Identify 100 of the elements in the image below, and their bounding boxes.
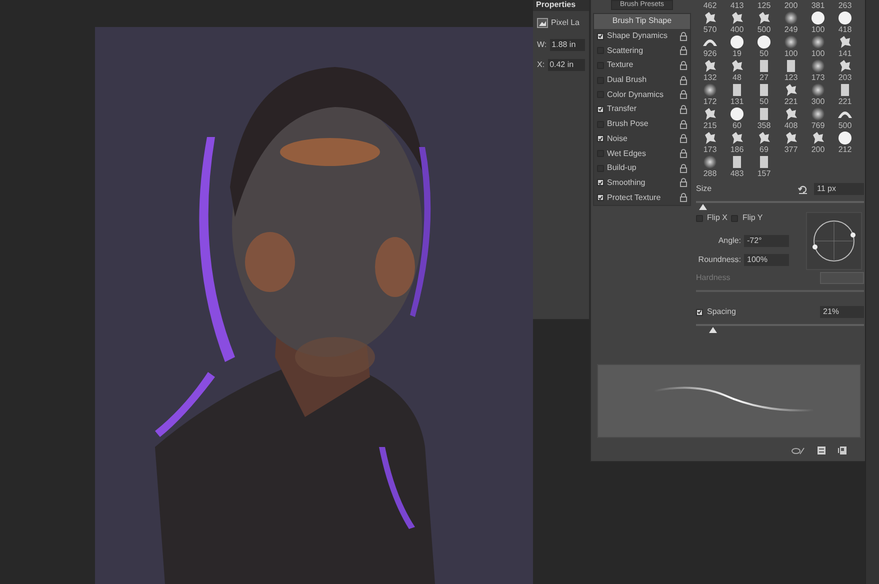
checkbox[interactable] — [597, 194, 604, 202]
option-label[interactable]: Scattering — [607, 44, 677, 57]
angle-field[interactable]: -72° — [744, 235, 789, 247]
soft-brush-icon[interactable] — [702, 154, 718, 169]
input-field[interactable]: 0.42 in — [548, 59, 585, 71]
brush-size-label: 500 — [757, 24, 771, 34]
reset-icon[interactable] — [798, 184, 808, 194]
round-brush-icon[interactable] — [729, 106, 745, 121]
angle-dial[interactable] — [806, 212, 862, 270]
round-brush-icon[interactable] — [729, 34, 745, 49]
textured-brush-icon[interactable] — [729, 58, 745, 73]
soft-brush-icon[interactable] — [810, 34, 826, 49]
textured-brush-icon[interactable] — [756, 10, 772, 25]
lock-icon[interactable] — [680, 193, 687, 202]
brush-size-label: 215 — [703, 120, 717, 130]
soft-brush-icon[interactable] — [810, 82, 826, 97]
soft-brush-icon[interactable] — [810, 106, 826, 121]
textured-brush-icon[interactable] — [702, 106, 718, 121]
lock-icon[interactable] — [680, 76, 687, 85]
textured-brush-icon[interactable] — [729, 10, 745, 25]
round-brush-icon[interactable] — [837, 130, 853, 145]
spacing-checkbox[interactable] — [696, 308, 703, 316]
brush-size-label: 926 — [703, 48, 717, 58]
brush-tip-shape-item[interactable]: Brush Tip Shape — [594, 14, 690, 29]
round-brush-icon[interactable] — [837, 10, 853, 25]
lock-icon[interactable] — [680, 46, 687, 56]
checkbox[interactable] — [597, 32, 604, 40]
flip-x-label[interactable]: Flip X — [707, 212, 728, 224]
brush-size-label: 381 — [811, 1, 825, 10]
soft-brush-icon[interactable] — [702, 82, 718, 97]
textured-brush-icon[interactable] — [702, 130, 718, 145]
lock-icon[interactable] — [680, 134, 687, 144]
input-field[interactable]: 1.88 in — [550, 39, 585, 51]
brush-size-label: 173 — [703, 144, 717, 154]
round-brush-icon[interactable] — [756, 34, 772, 49]
option-label[interactable]: Build-up — [607, 162, 677, 174]
textured-brush-icon[interactable] — [837, 34, 853, 49]
eye-icon[interactable] — [791, 446, 805, 454]
option-label[interactable]: Noise — [607, 132, 677, 145]
flip-y-label[interactable]: Flip Y — [742, 212, 763, 224]
soft-brush-icon[interactable] — [810, 58, 826, 73]
lock-icon[interactable] — [680, 149, 687, 158]
brush-size-label: 418 — [838, 24, 852, 34]
soft-brush-icon[interactable] — [783, 10, 799, 25]
option-label[interactable]: Smoothing — [607, 176, 677, 189]
option-label[interactable]: Dual Brush — [607, 74, 677, 86]
textured-brush-icon[interactable] — [783, 106, 799, 121]
roundness-field[interactable]: 100% — [744, 254, 789, 266]
field-label: W: — [537, 39, 547, 51]
textured-brush-icon[interactable] — [702, 58, 718, 73]
brush-size-label: 123 — [784, 72, 798, 82]
checkbox[interactable] — [597, 106, 604, 113]
textured-brush-icon[interactable] — [783, 82, 799, 97]
textured-brush-icon[interactable] — [783, 130, 799, 145]
hardness-field[interactable] — [820, 272, 864, 284]
lock-icon[interactable] — [680, 90, 687, 100]
flip-x-checkbox[interactable] — [696, 214, 703, 222]
option-label[interactable]: Wet Edges — [607, 148, 677, 160]
roundness-label: Roundness: — [698, 254, 741, 266]
brush-size-label: 288 — [703, 168, 717, 178]
lock-icon[interactable] — [680, 164, 687, 173]
brush-size-label: 483 — [730, 168, 744, 178]
option-label[interactable]: Color Dynamics — [607, 88, 677, 101]
textured-brush-icon[interactable] — [810, 130, 826, 145]
brush-size-label: 100 — [811, 48, 825, 58]
textured-brush-icon[interactable] — [702, 10, 718, 25]
spacing-field[interactable]: 21% — [820, 306, 864, 318]
grid-icon[interactable] — [817, 446, 826, 455]
round-brush-icon[interactable] — [810, 10, 826, 25]
lock-icon[interactable] — [680, 32, 687, 41]
soft-brush-icon[interactable] — [783, 34, 799, 49]
size-field[interactable]: 11 px — [814, 183, 864, 195]
spacing-label[interactable]: Spacing — [707, 306, 816, 318]
slider-thumb[interactable] — [708, 327, 717, 333]
option-label[interactable]: Shape Dynamics — [607, 30, 677, 42]
option-label[interactable]: Brush Pose — [607, 118, 677, 130]
checkbox[interactable] — [597, 179, 604, 186]
lock-icon[interactable] — [680, 178, 687, 188]
new-preset-icon[interactable] — [838, 446, 847, 455]
brush-size-label: 500 — [838, 120, 852, 130]
textured-brush-icon[interactable] — [837, 58, 853, 73]
option-label[interactable]: Texture — [607, 59, 677, 72]
brush-size-label: 263 — [838, 1, 852, 10]
option-label[interactable]: Transfer — [607, 103, 677, 116]
brush-size-label: 69 — [760, 144, 768, 154]
lock-icon[interactable] — [680, 104, 687, 114]
hardness-label: Hardness — [696, 272, 732, 284]
panel-tab[interactable]: Properties — [533, 0, 589, 11]
lock-icon[interactable] — [680, 60, 687, 70]
checkbox[interactable] — [597, 135, 604, 142]
brush-size-label: 100 — [784, 48, 798, 58]
flip-y-checkbox[interactable] — [731, 214, 738, 222]
textured-brush-icon[interactable] — [756, 130, 772, 145]
option-label[interactable]: Protect Texture — [607, 192, 677, 204]
brush-size-label: 141 — [838, 48, 852, 58]
textured-brush-icon[interactable] — [729, 130, 745, 145]
lock-icon[interactable] — [680, 120, 687, 129]
brush-size-label: 172 — [703, 96, 717, 106]
size-label: Size — [696, 183, 713, 195]
brush-size-label: 186 — [730, 144, 744, 154]
